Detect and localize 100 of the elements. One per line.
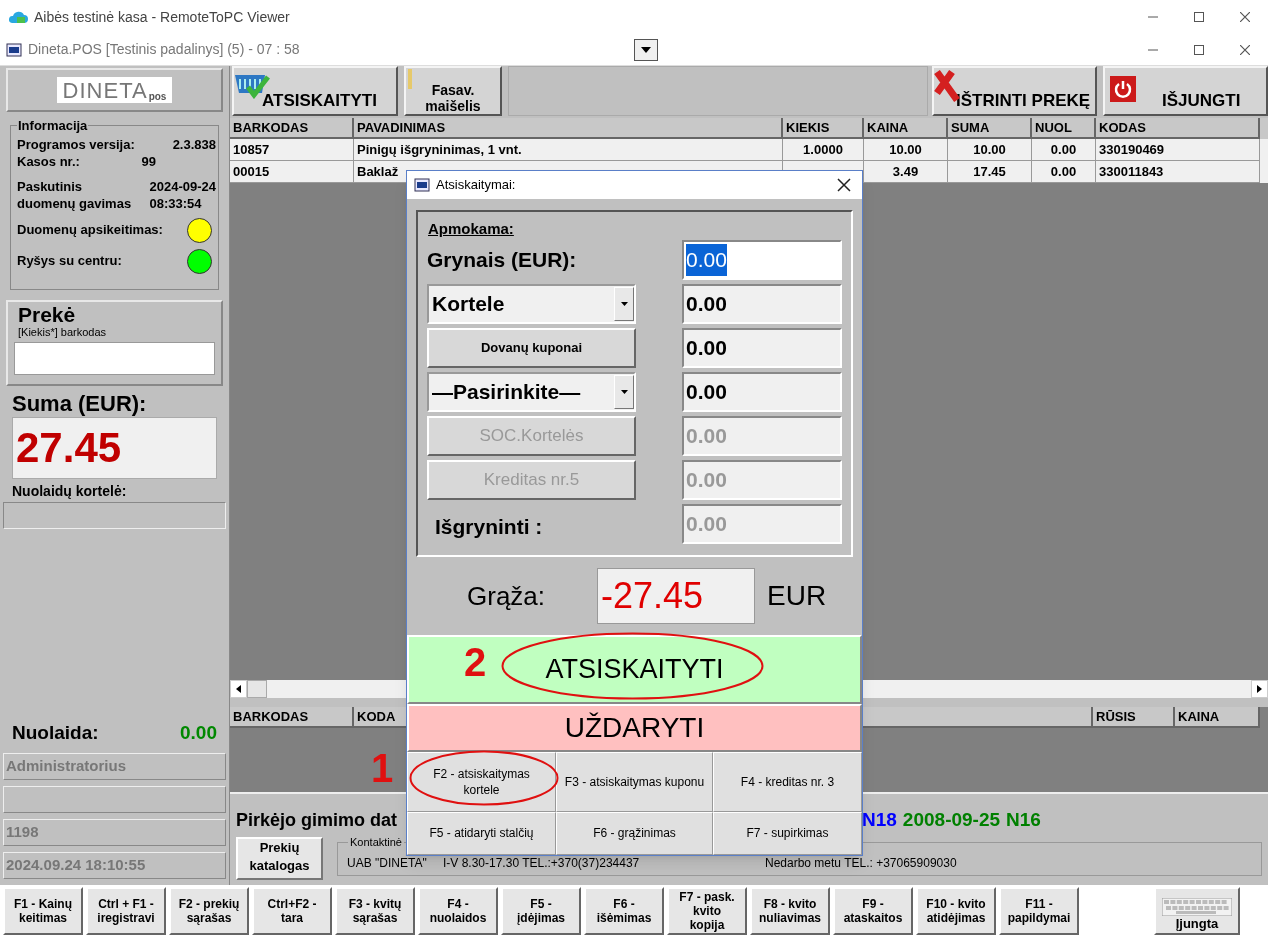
- section-title: Apmokama:: [428, 220, 515, 238]
- group-title: Kontaktinė: [349, 835, 403, 850]
- change-label: Grąža:: [467, 579, 547, 613]
- close-dialog-button[interactable]: UŽDARYTI: [407, 704, 862, 752]
- logo-text: DINETA: [62, 79, 148, 103]
- scroll-thumb[interactable]: [247, 680, 267, 698]
- maximize-icon: [1194, 12, 1204, 22]
- cloud-icon: [8, 9, 28, 25]
- column-header[interactable]: RŪSIS: [1093, 707, 1175, 728]
- toolbar-button[interactable]: ATSISKAITYTI: [232, 66, 398, 116]
- app-icon: [6, 41, 22, 58]
- info-label: Paskutinis duomenų gavimas: [17, 177, 132, 212]
- shortcut-button[interactable]: F5 - atidaryti stalčių: [407, 811, 556, 855]
- currency-label: EUR: [767, 579, 827, 613]
- contact-company: UAB "DINETA": [347, 854, 428, 872]
- discount-label: Nuolaida:: [12, 720, 99, 745]
- column-header[interactable]: BARKODAS: [230, 707, 354, 728]
- cashout-label: Išgryninti :: [435, 514, 543, 541]
- amount-field[interactable]: 0.00: [682, 328, 842, 368]
- toolbar-button[interactable]: IŠTRINTI PREKĘ: [932, 66, 1097, 116]
- table-cell: 17.45: [948, 161, 1032, 183]
- app-icon: [414, 177, 430, 193]
- dropdown-button[interactable]: [634, 38, 658, 61]
- discount-value: 0.00: [180, 720, 217, 745]
- toolbar-button[interactable]: IŠJUNGTI: [1103, 66, 1268, 116]
- function-key-button[interactable]: Ctrl+F2 - tara: [252, 887, 332, 935]
- shortcut-button[interactable]: F2 - atsiskaitymas kortele: [407, 752, 556, 812]
- tag-icon: [408, 69, 412, 89]
- function-key-button[interactable]: Ctrl + F1 - iregistravi: [86, 887, 166, 935]
- contact-hours: I-V 8.30-17.30 TEL.:+370(37)234437: [443, 854, 641, 872]
- sum-value: 27.45: [16, 425, 122, 471]
- birthdate-label: Pirkėjo gimimo dat: [236, 809, 398, 830]
- cash-label: Grynais (EUR):: [427, 247, 577, 274]
- scroll-right-button[interactable]: [1251, 680, 1268, 698]
- info-value: 99: [141, 152, 156, 170]
- payment-type-dropdown[interactable]: —Pasirinkite—: [427, 372, 636, 412]
- function-key-button[interactable]: F10 - kvito atidėjimas: [916, 887, 996, 935]
- shortcut-button[interactable]: F3 - atsiskaitymas kuponu: [556, 752, 713, 812]
- function-key-button[interactable]: F3 - kvitų sąrašas: [335, 887, 415, 935]
- barcode-field[interactable]: [14, 342, 215, 375]
- item-hint: [Kiekis*] barkodas: [18, 326, 108, 338]
- indicator-label: Duomenų apsikeitimas:: [17, 221, 163, 240]
- caret-icon: [620, 390, 628, 394]
- arrow-right-icon: [1257, 685, 1262, 693]
- status-field: 2024.09.24 18:10:55: [3, 852, 226, 879]
- indicator-label: Ryšys su centru:: [17, 252, 122, 271]
- group-title: Informacija: [17, 117, 89, 135]
- function-key-button[interactable]: F5 - įdėjimas: [501, 887, 581, 935]
- info-label: Kasos nr.:: [17, 152, 80, 170]
- shortcut-button[interactable]: F6 - grąžinimas: [556, 811, 713, 855]
- caret-icon: [620, 302, 628, 306]
- sum-label: Suma (EUR):: [12, 392, 148, 416]
- logo-suffix: pos: [148, 91, 167, 103]
- shortcut-button[interactable]: F4 - kreditas nr. 3: [713, 752, 862, 812]
- table-cell: 0.00: [1032, 161, 1096, 183]
- discount-card-label: Nuolaidų kortelė:: [12, 482, 128, 500]
- keyboard-button[interactable]: Įjungta: [1154, 887, 1240, 935]
- function-key-button[interactable]: F8 - kvito nuliavimas: [750, 887, 830, 935]
- caret-icon: [641, 46, 651, 53]
- customer-code: N18: [862, 807, 897, 832]
- amount-field[interactable]: 0.00: [682, 284, 842, 324]
- window-title: Dineta.POS [Testinis padalinys] (5) - 07 : 58: [28, 40, 301, 59]
- column-header[interactable]: KAINA: [1175, 707, 1260, 728]
- arrow-left-icon: [236, 685, 241, 693]
- table-cell: 330011843: [1096, 161, 1260, 183]
- change-value: -27.45: [597, 568, 755, 624]
- function-key-button[interactable]: F1 - Kainų keitimas: [3, 887, 83, 935]
- close-icon: [837, 178, 851, 192]
- status-field: 1198: [3, 819, 226, 846]
- payment-type-dropdown[interactable]: Kortele: [427, 284, 636, 324]
- status-field: Administratorius: [3, 753, 226, 780]
- shortcut-button[interactable]: F7 - supirkimas: [713, 811, 862, 855]
- window-title: Aibės testinė kasa - RemoteToPC Viewer: [34, 7, 291, 27]
- function-key-button[interactable]: F7 - pask. kvito kopija: [667, 887, 747, 935]
- function-key-button[interactable]: F9 - ataskaitos: [833, 887, 913, 935]
- customer-code: N16: [1006, 807, 1041, 832]
- scroll-left-button[interactable]: [230, 680, 247, 698]
- amount-field[interactable]: 0.00: [682, 372, 842, 412]
- amount-field[interactable]: 0.00: [682, 240, 842, 280]
- customer-code: 2008-09-25: [902, 807, 1001, 832]
- table-cell: 3.49: [864, 161, 948, 183]
- function-key-button[interactable]: F11 - papildymai: [999, 887, 1079, 935]
- function-key-button[interactable]: F6 - išėmimas: [584, 887, 664, 935]
- toolbar-button[interactable]: Fasav. maišelis: [404, 66, 502, 116]
- discount-card-field[interactable]: [3, 502, 226, 529]
- payment-type-button[interactable]: Dovanų kuponai: [427, 328, 636, 368]
- function-key-button[interactable]: F4 - nuolaidos: [418, 887, 498, 935]
- close-icon: [1240, 44, 1250, 55]
- function-key-button[interactable]: F2 - prekių sąrašas: [169, 887, 249, 935]
- annotation-number: 1: [371, 748, 394, 788]
- annotation-number: 2: [464, 642, 487, 682]
- catalog-button[interactable]: Prekių katalogas: [236, 837, 323, 880]
- table-cell: 00015: [230, 161, 354, 183]
- maximize-icon: [1194, 44, 1204, 55]
- power-icon: [1110, 76, 1136, 102]
- info-label: Programos versija:: [17, 135, 135, 153]
- info-value: 2.3.838: [172, 135, 216, 153]
- info-value: 2024-09-24 08:33:54: [149, 177, 216, 212]
- item-title: Prekė: [18, 303, 77, 326]
- keyboard-icon: [1162, 898, 1232, 916]
